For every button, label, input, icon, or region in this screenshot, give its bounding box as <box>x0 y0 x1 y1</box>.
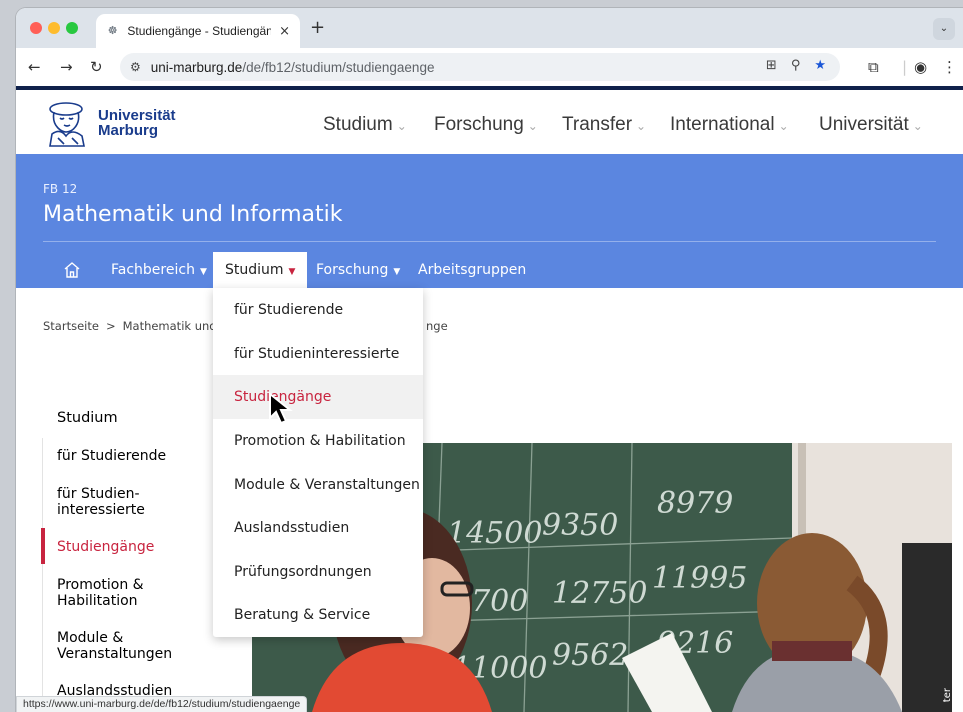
toolbar-divider: | <box>902 58 908 76</box>
tab-search-icon[interactable]: ⌄ <box>933 18 955 40</box>
maximize-window-button[interactable] <box>66 22 78 34</box>
caret-down-icon: ⌄ <box>396 119 407 133</box>
site-info-icon[interactable]: ⚙ <box>130 60 141 74</box>
main-nav-label: International <box>670 114 775 135</box>
dropdown-item-studieninteressierte[interactable]: für Studieninteressierte <box>213 332 423 376</box>
forward-icon[interactable]: → <box>60 57 73 77</box>
subnav-label: Fachbereich <box>111 262 195 278</box>
sidebar-item-studiengaenge[interactable]: Studiengänge <box>57 539 154 555</box>
minimize-window-button[interactable] <box>48 22 60 34</box>
dropdown-item-studierende[interactable]: für Studierende <box>213 288 423 332</box>
profile-icon[interactable]: ◉ <box>914 57 927 77</box>
faculty-number: FB 12 <box>43 182 78 196</box>
new-tab-button[interactable]: + <box>310 17 325 38</box>
tab-title: Studiengänge - Studiengänge <box>127 24 272 38</box>
university-name-line2: Marburg <box>98 122 158 139</box>
caret-down-icon: ⌄ <box>778 119 789 133</box>
sidebar-active-indicator <box>41 528 45 564</box>
breadcrumb-separator: > <box>105 319 116 333</box>
photo-credit: ter <box>942 688 953 703</box>
dropdown-item-module[interactable]: Module & Veranstaltungen <box>213 463 423 507</box>
sidebar-item-studierende[interactable]: für Studierende <box>57 448 166 464</box>
main-nav-label: Forschung <box>434 114 524 135</box>
main-nav-international[interactable]: International ⌄ <box>670 114 789 136</box>
tab-active[interactable]: ☸ Studiengänge - Studiengänge × <box>96 14 300 48</box>
caret-down-icon: ⌄ <box>527 119 538 133</box>
faculty-band: FB 12 Mathematik und Informatik Fachbere… <box>16 154 963 288</box>
close-window-button[interactable] <box>30 22 42 34</box>
tab-strip: ☸ Studiengänge - Studiengänge × + ⌄ <box>16 8 963 48</box>
sidebar-item-module[interactable]: Module & Veranstaltungen <box>57 630 172 662</box>
main-nav-studium[interactable]: Studium ⌄ <box>323 114 407 136</box>
sidebar-item-promotion[interactable]: Promotion & Habilitation <box>57 577 144 609</box>
breadcrumb-current: nge <box>426 319 448 333</box>
zoom-icon[interactable]: ⚲ <box>791 58 801 73</box>
translate-icon[interactable]: ⊞ <box>766 58 777 73</box>
breadcrumb: Startseite > Mathematik und <box>43 319 217 333</box>
chalk-number: 14500 <box>447 516 542 551</box>
caret-down-icon: ⌄ <box>636 119 647 133</box>
band-divider <box>43 241 936 242</box>
uni-favicon-icon: ☸ <box>107 24 118 37</box>
dropdown-item-promotion[interactable]: Promotion & Habilitation <box>213 419 423 463</box>
dropdown-item-pruefungsordnungen[interactable]: Prüfungsordnungen <box>213 550 423 594</box>
main-nav-forschung[interactable]: Forschung ⌄ <box>434 114 538 136</box>
subnav-fachbereich[interactable]: Fachbereich ▼ <box>111 252 207 288</box>
subnav-arbeitsgruppen[interactable]: Arbeitsgruppen <box>418 252 526 288</box>
back-icon[interactable]: ← <box>28 57 41 77</box>
link-status-url: https://www.uni-marburg.de/de/fb12/studi… <box>16 696 308 712</box>
bookmark-star-icon[interactable]: ★ <box>814 58 826 73</box>
caret-down-icon: ▼ <box>288 267 296 277</box>
main-nav-label: Universität <box>819 114 909 135</box>
tab-close-icon[interactable]: × <box>279 24 290 39</box>
main-nav-label: Transfer <box>562 114 633 135</box>
university-name-line1: Universität <box>98 107 176 124</box>
mouse-cursor-icon <box>269 392 293 425</box>
site-header: Universität Marburg Studium ⌄ Forschung ⌄ … <box>16 86 963 154</box>
subnav-label: Arbeitsgruppen <box>418 262 527 278</box>
caret-down-icon: ⌄ <box>912 119 923 133</box>
sidebar-rule <box>42 438 43 712</box>
main-nav-label: Studium <box>323 114 393 135</box>
subnav-label: Forschung <box>316 262 389 278</box>
browser-window: ☸ Studiengänge - Studiengänge × + ⌄ ← → … <box>16 8 963 712</box>
url-path: /de/fb12/studium/studiengaenge <box>242 59 435 75</box>
subnav-forschung[interactable]: Forschung ▼ <box>316 252 400 288</box>
university-name[interactable]: Universität Marburg <box>98 108 176 138</box>
breadcrumb-fachbereich[interactable]: Mathematik und <box>123 319 217 333</box>
browser-toolbar: ← → ↻ ⚙ uni-marburg.de /de/fb12/studium/… <box>16 48 963 86</box>
chalk-number: 11995 <box>652 561 747 596</box>
sidebar-item-studieninteressierte[interactable]: für Studien- interessierte <box>57 486 145 518</box>
reload-icon[interactable]: ↻ <box>90 57 103 77</box>
menu-icon[interactable]: ⋮ <box>942 57 957 77</box>
faculty-title[interactable]: Mathematik und Informatik <box>43 202 342 227</box>
studium-dropdown-menu: für Studierende für Studieninteressierte… <box>213 288 423 637</box>
caret-down-icon: ▼ <box>199 267 207 277</box>
chalk-number: 8979 <box>657 486 733 521</box>
breadcrumb-startseite[interactable]: Startseite <box>43 319 99 333</box>
dropdown-item-studiengaenge[interactable]: Studiengänge <box>213 375 423 419</box>
extensions-icon[interactable]: ⧉ <box>868 57 879 77</box>
dropdown-item-beratung[interactable]: Beratung & Service <box>213 593 423 637</box>
url-host: uni-marburg.de <box>150 59 243 75</box>
address-bar[interactable]: ⚙ uni-marburg.de /de/fb12/studium/studie… <box>120 53 840 81</box>
subnav-studium[interactable]: Studium ▼ <box>213 252 308 288</box>
chalk-number: 9350 <box>542 508 618 543</box>
home-icon[interactable] <box>62 260 82 280</box>
chalk-number: 12750 <box>552 576 647 611</box>
subnav-label: Studium <box>225 262 284 278</box>
university-logo-icon[interactable] <box>44 98 90 148</box>
sidebar-heading[interactable]: Studium <box>57 410 118 426</box>
chalk-number: 9562 <box>552 638 628 673</box>
main-nav-transfer[interactable]: Transfer ⌄ <box>562 114 646 136</box>
caret-down-icon: ▼ <box>393 267 401 277</box>
main-nav-universitaet[interactable]: Universität ⌄ <box>819 114 923 136</box>
dropdown-item-auslandsstudien[interactable]: Auslandsstudien <box>213 506 423 550</box>
